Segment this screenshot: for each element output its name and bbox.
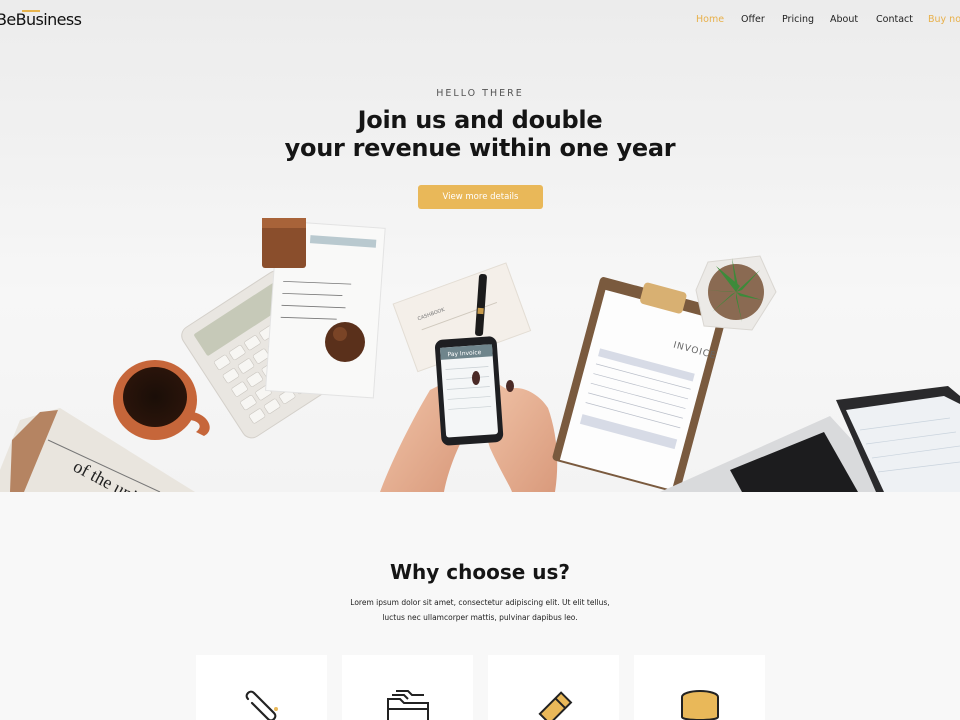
main-nav: Home Offer Pricing About Contact Buy now	[0, 14, 960, 28]
coins-icon	[681, 690, 719, 720]
nav-item-buy-now[interactable]: Buy now	[928, 14, 960, 25]
logo-accent-mark	[22, 10, 40, 12]
hero-headline: Join us and double your revenue within o…	[0, 106, 960, 162]
view-more-details-button[interactable]: View more details	[418, 185, 543, 209]
nav-item-home[interactable]: Home	[696, 14, 724, 25]
nav-item-offer[interactable]: Offer	[741, 14, 765, 25]
feature-card-2[interactable]	[342, 655, 473, 720]
feature-card-1[interactable]	[196, 655, 327, 720]
section-title: Why choose us?	[389, 560, 571, 584]
hero-desk-image: of the union CASHBOOK Pay Invoice INVOIC…	[0, 218, 960, 492]
pencil-icon	[538, 691, 573, 720]
hands-with-phone: Pay Invoice	[380, 336, 558, 492]
section-description-line-2: luctus nec ullamcorper mattis, pulvinar …	[382, 613, 578, 622]
succulent-plant	[695, 255, 777, 331]
nav-item-about[interactable]: About	[830, 14, 858, 25]
hero-eyebrow: HELLO THERE	[436, 88, 524, 99]
section-description: Lorem ipsum dolor sit amet, consectetur …	[0, 595, 960, 625]
hero-section: of the union CASHBOOK Pay Invoice INVOIC…	[0, 0, 960, 492]
feature-card-4[interactable]	[634, 655, 765, 720]
nav-item-contact[interactable]: Contact	[876, 14, 913, 25]
laptop	[660, 386, 960, 492]
section-description-line-1: Lorem ipsum dolor sit amet, consectetur …	[350, 598, 610, 607]
why-choose-us-section: Why choose us? Lorem ipsum dolor sit ame…	[0, 492, 960, 720]
top-navigation-bar: BeBusiness Home Offer Pricing About Cont…	[0, 0, 960, 40]
folders-icon	[387, 690, 429, 720]
feature-card-3[interactable]	[488, 655, 619, 720]
hero-headline-line-2: your revenue within one year	[284, 134, 676, 162]
coffee-cup	[113, 360, 210, 440]
nav-item-pricing[interactable]: Pricing	[782, 14, 814, 25]
hero-headline-line-1: Join us and double	[357, 106, 603, 134]
paperclip-icon	[245, 690, 278, 720]
